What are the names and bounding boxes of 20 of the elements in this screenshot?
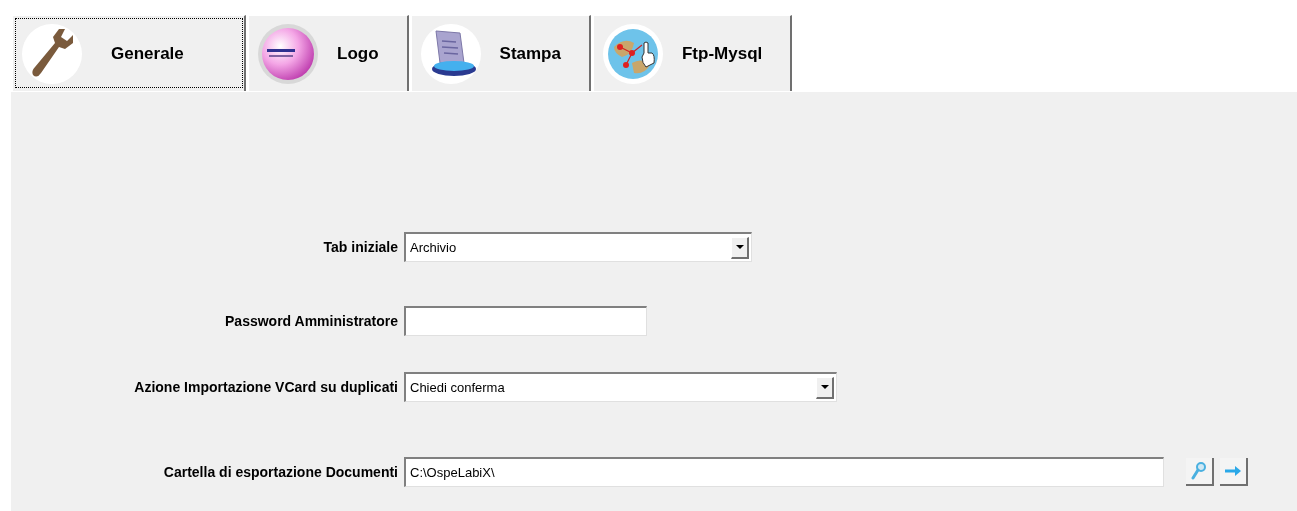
printer-icon [419, 22, 482, 85]
search-button[interactable] [1186, 458, 1214, 486]
dropdown[interactable]: Archivio [404, 232, 752, 262]
field-label: Azione Importazione VCard su duplicati [133, 377, 399, 397]
password-field[interactable] [404, 306, 647, 336]
arrow-right-icon [1224, 465, 1242, 477]
field-label: Password Amministratore [224, 311, 399, 331]
field-label: Cartella di esportazione Documenti [162, 462, 399, 482]
open-button[interactable] [1220, 458, 1248, 486]
tab[interactable]: Logo [248, 15, 409, 91]
search-icon [1191, 462, 1207, 480]
field-label: Tab iniziale [322, 237, 399, 257]
tab[interactable]: Stampa [410, 15, 591, 91]
dropdown[interactable]: Chiedi conferma [404, 372, 837, 402]
logo-icon [257, 22, 319, 85]
tab[interactable]: Ftp-Mysql [592, 15, 793, 91]
folder-path-field[interactable]: C:\OspeLabiX\ [404, 457, 1164, 487]
tab[interactable]: Generale [12, 15, 246, 91]
globe-icon [601, 22, 664, 85]
wrench-icon [21, 22, 83, 85]
